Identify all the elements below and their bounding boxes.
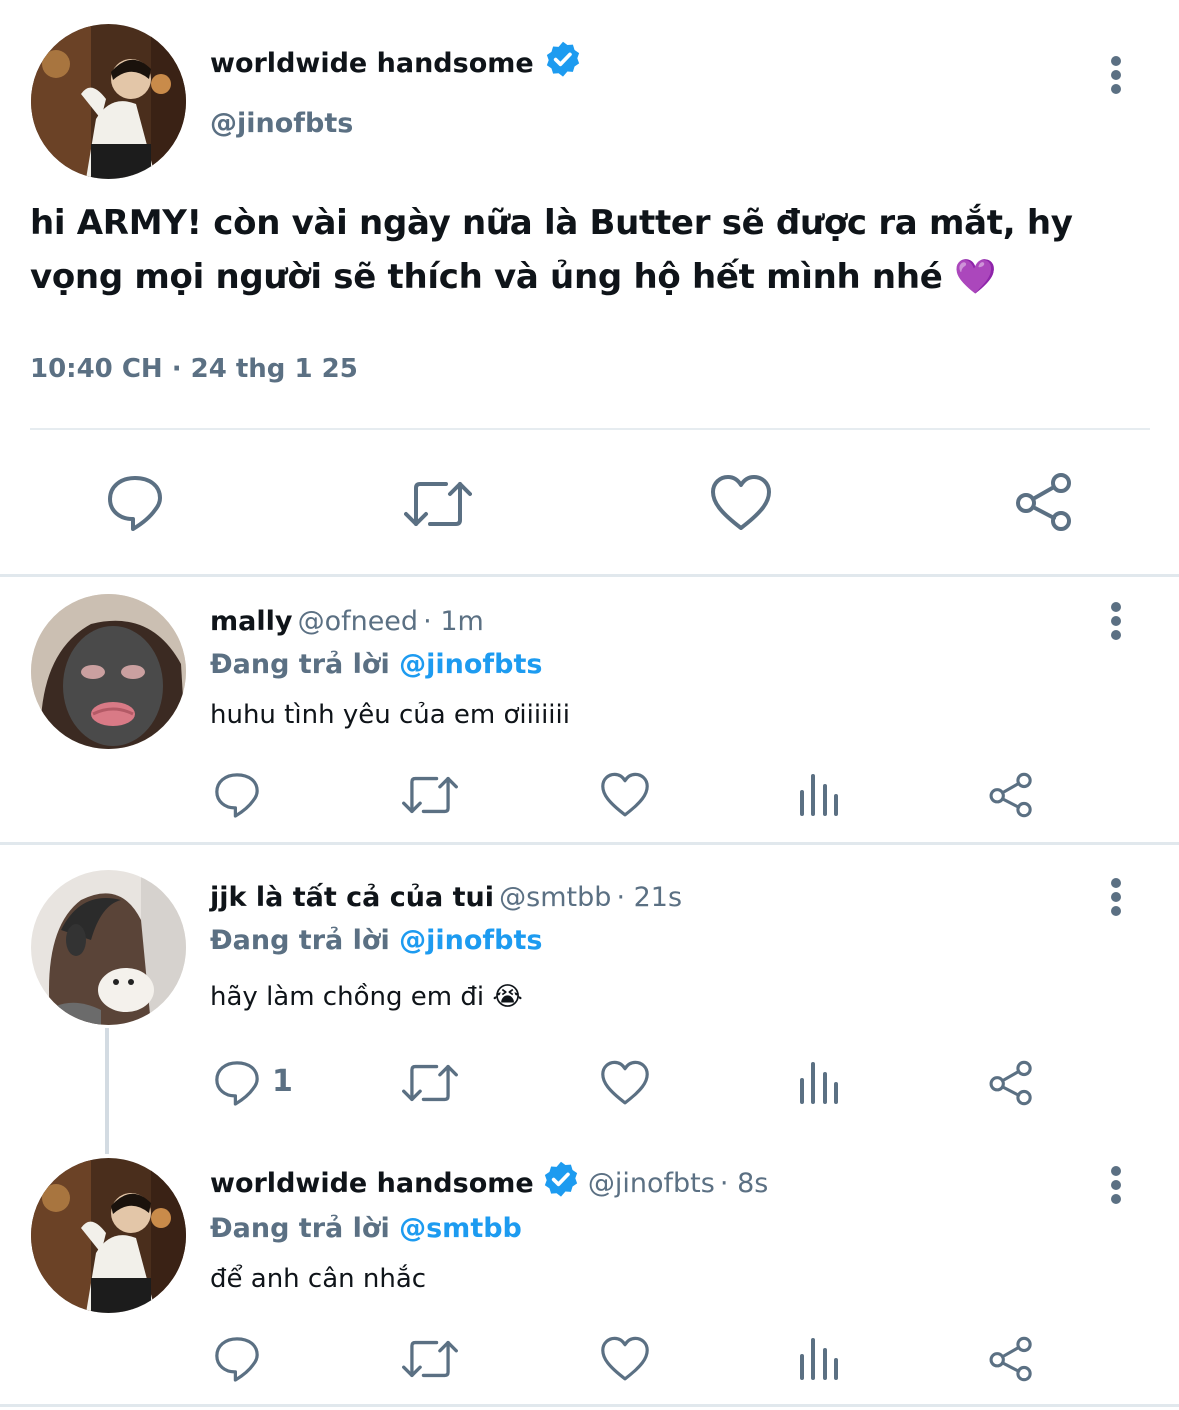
reply-time[interactable]: · 8s bbox=[720, 1168, 768, 1199]
like-button[interactable] bbox=[600, 1060, 650, 1106]
reply-header: jjk là tất cả của tui @smtbb · 21s bbox=[210, 882, 682, 913]
avatar[interactable] bbox=[31, 1158, 186, 1313]
heart-icon bbox=[601, 772, 649, 817]
share-button[interactable] bbox=[988, 1060, 1034, 1106]
reply-header: mally @ofneed · 1m bbox=[210, 606, 484, 637]
avatar-photo-icon bbox=[31, 870, 186, 1025]
reply-icon bbox=[215, 773, 259, 818]
like-button[interactable] bbox=[600, 1336, 650, 1382]
retweet-icon bbox=[402, 776, 458, 814]
reply-time[interactable]: · 21s bbox=[616, 882, 682, 913]
reply-icon bbox=[215, 1061, 259, 1106]
replying-to: Đang trả lời @jinofbts bbox=[210, 925, 542, 956]
more-options-icon[interactable] bbox=[1109, 878, 1123, 918]
reply-text: để anh cân nhắc bbox=[210, 1264, 427, 1294]
mention-link[interactable]: @smtbb bbox=[399, 1213, 522, 1244]
more-options-icon[interactable] bbox=[1109, 1166, 1123, 1206]
like-button[interactable] bbox=[710, 474, 772, 532]
author-name[interactable]: mally bbox=[210, 606, 292, 637]
thread-connector bbox=[105, 1028, 109, 1154]
like-button[interactable] bbox=[600, 772, 650, 818]
author-line: worldwide handsome bbox=[210, 41, 585, 83]
retweet-icon bbox=[404, 482, 472, 526]
retweet-button[interactable] bbox=[402, 1336, 458, 1382]
heart-icon bbox=[601, 1336, 649, 1381]
replying-to-label: Đang trả lời bbox=[210, 649, 390, 680]
reply-button[interactable] bbox=[212, 770, 262, 820]
replying-to: Đang trả lời @jinofbts bbox=[210, 649, 542, 680]
reply-button[interactable] bbox=[104, 472, 166, 534]
retweet-button[interactable] bbox=[404, 476, 472, 532]
verified-badge-icon bbox=[546, 41, 579, 77]
retweet-icon bbox=[402, 1064, 458, 1102]
reply-icon bbox=[215, 1337, 259, 1382]
avatar-photo-icon bbox=[31, 1158, 186, 1313]
share-icon bbox=[989, 772, 1032, 818]
heart-icon bbox=[601, 1060, 649, 1105]
mention-link[interactable]: @jinofbts bbox=[399, 925, 542, 956]
author-name[interactable]: worldwide handsome bbox=[210, 1168, 534, 1199]
author-handle[interactable]: @ofneed bbox=[298, 606, 419, 637]
share-icon bbox=[989, 1060, 1032, 1106]
retweet-icon bbox=[402, 1340, 458, 1378]
share-button[interactable] bbox=[988, 1336, 1034, 1382]
avatar[interactable] bbox=[31, 24, 186, 179]
replying-to-label: Đang trả lời bbox=[210, 1213, 390, 1244]
reply-icon bbox=[108, 476, 162, 531]
share-icon bbox=[1016, 473, 1071, 531]
replying-to: Đang trả lời @smtbb bbox=[210, 1213, 522, 1244]
retweet-button[interactable] bbox=[402, 1060, 458, 1106]
divider bbox=[0, 842, 1179, 845]
author-handle[interactable]: @jinofbts bbox=[210, 108, 353, 139]
retweet-button[interactable] bbox=[402, 772, 458, 818]
share-icon bbox=[989, 1336, 1032, 1382]
avatar-photo-icon bbox=[31, 24, 186, 179]
more-options-icon[interactable] bbox=[1109, 602, 1123, 642]
share-button[interactable] bbox=[1014, 472, 1074, 532]
avatar-photo-icon bbox=[31, 594, 186, 749]
mention-link[interactable]: @jinofbts bbox=[399, 649, 542, 680]
author-name[interactable]: jjk là tất cả của tui bbox=[210, 882, 494, 913]
divider bbox=[0, 574, 1179, 577]
analytics-icon bbox=[800, 1062, 838, 1104]
reply-button[interactable] bbox=[212, 1334, 262, 1384]
verified-badge-icon bbox=[544, 1161, 577, 1197]
author-name[interactable]: worldwide handsome bbox=[210, 48, 534, 79]
analytics-button[interactable] bbox=[798, 772, 840, 816]
author-handle[interactable]: @jinofbts bbox=[588, 1168, 715, 1199]
more-options-icon[interactable] bbox=[1109, 56, 1123, 96]
avatar[interactable] bbox=[31, 870, 186, 1025]
heart-icon bbox=[711, 475, 771, 530]
tweet-timestamp[interactable]: 10:40 CH · 24 thg 1 25 bbox=[30, 354, 358, 384]
replying-to-label: Đang trả lời bbox=[210, 925, 390, 956]
reply-text: hãy làm chồng em đi 😭 bbox=[210, 982, 523, 1012]
reply-time[interactable]: · 1m bbox=[423, 606, 484, 637]
analytics-button[interactable] bbox=[798, 1336, 840, 1380]
tweet-text: hi ARMY! còn vài ngày nữa là Butter sẽ đ… bbox=[30, 203, 1073, 297]
reply-button[interactable] bbox=[212, 1058, 262, 1108]
reply-text: huhu tình yêu của em ơiiiiiii bbox=[210, 700, 570, 730]
analytics-icon bbox=[800, 1338, 838, 1380]
author-handle[interactable]: @smtbb bbox=[499, 882, 611, 913]
reply-header: worldwide handsome @jinofbts · 8s bbox=[210, 1161, 768, 1203]
avatar[interactable] bbox=[31, 594, 186, 749]
analytics-button[interactable] bbox=[798, 1060, 840, 1104]
divider bbox=[30, 428, 1150, 430]
share-button[interactable] bbox=[988, 772, 1034, 818]
reply-count: 1 bbox=[272, 1064, 293, 1099]
divider bbox=[0, 1404, 1179, 1407]
analytics-icon bbox=[800, 774, 838, 816]
